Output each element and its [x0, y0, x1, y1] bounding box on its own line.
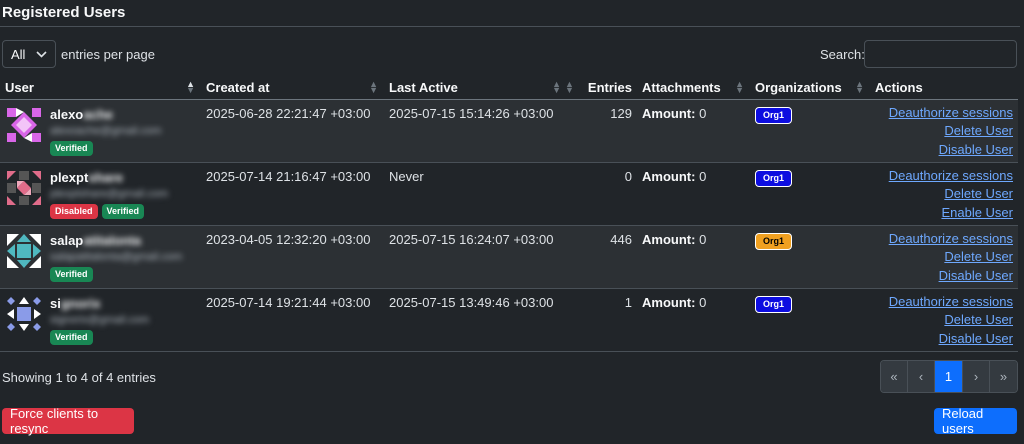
- table-row: signorix signorix@gmail.com Verified 202…: [0, 288, 1018, 351]
- user-email: alexoache@gmail.com: [50, 124, 162, 137]
- organizations-cell: Org1: [750, 162, 870, 225]
- entries-cell: 0: [624, 168, 632, 184]
- org-badge[interactable]: Org1: [755, 232, 793, 250]
- attachments-cell: Amount: 0: [642, 231, 707, 247]
- last-active-cell: 2025-07-15 13:49:46 +03:00: [389, 294, 554, 310]
- entries-per-page-label: entries per page: [61, 47, 155, 62]
- org-badge[interactable]: Org1: [755, 295, 793, 313]
- entries-cell: 129: [610, 105, 632, 121]
- force-resync-button[interactable]: Force clients to resync: [2, 406, 134, 436]
- last-active-cell: 2025-07-15 15:14:26 +03:00: [389, 105, 554, 121]
- column-header-organizations[interactable]: Organizations ▲ ▼: [750, 76, 870, 100]
- user-name: salapatitalonta: [50, 232, 142, 248]
- page-1-button[interactable]: 1: [935, 361, 963, 392]
- entries-per-page-select[interactable]: All: [2, 40, 56, 68]
- last-active-cell: Never: [389, 168, 424, 184]
- column-header-entries[interactable]: Entries ▲ ▼: [565, 76, 637, 100]
- enable-user-link[interactable]: Enable User: [875, 204, 1013, 223]
- delete-user-link[interactable]: Delete User: [875, 311, 1013, 330]
- first-page-button[interactable]: «: [881, 361, 908, 392]
- org-badge[interactable]: Org1: [755, 106, 793, 124]
- entries-cell: 446: [610, 231, 632, 247]
- organizations-cell: Org1: [750, 225, 870, 288]
- actions-cell: Deauthorize sessions Delete User Disable…: [870, 288, 1018, 351]
- created-at-cell: 2025-07-14 21:16:47 +03:00: [206, 168, 371, 184]
- deauthorize-sessions-link[interactable]: Deauthorize sessions: [875, 167, 1013, 186]
- deauthorize-sessions-link[interactable]: Deauthorize sessions: [875, 230, 1013, 249]
- disable-user-link[interactable]: Disable User: [875, 330, 1013, 349]
- table-info: Showing 1 to 4 of 4 entries: [2, 370, 156, 385]
- previous-page-button[interactable]: ‹: [908, 361, 935, 392]
- created-at-cell: 2025-07-14 19:21:44 +03:00: [206, 294, 371, 310]
- user-name: alexoache: [50, 106, 113, 122]
- deauthorize-sessions-link[interactable]: Deauthorize sessions: [875, 104, 1013, 123]
- disable-user-link[interactable]: Disable User: [875, 267, 1013, 286]
- chevron-down-icon: [36, 46, 47, 65]
- verified-badge: Verified: [101, 203, 145, 219]
- table-row: salapatitalonta salapatitalonta@gmail.co…: [0, 225, 1018, 288]
- organizations-cell: Org1: [750, 99, 870, 162]
- user-name: plexptshare: [50, 169, 123, 185]
- reload-users-button[interactable]: Reload users: [934, 406, 1017, 436]
- sort-icon: ▲ ▼: [186, 79, 195, 95]
- attachments-cell: Amount: 0: [642, 294, 707, 310]
- entries-per-page-value: All: [11, 46, 26, 62]
- identicon-avatar-icon: [5, 168, 43, 207]
- identicon-avatar-icon: [5, 231, 43, 270]
- verified-badge: Verified: [50, 140, 93, 156]
- table-row: plexptshare plexptshare@gmail.com Disabl…: [0, 162, 1018, 225]
- users-table: User ▲ ▼ Created at ▲ ▼ Last Active ▲ ▼ Ent…: [0, 76, 1018, 352]
- attachments-cell: Amount: 0: [642, 105, 707, 121]
- sort-icon: ▲ ▼: [552, 79, 561, 95]
- delete-user-link[interactable]: Delete User: [875, 122, 1013, 141]
- sort-icon: ▲ ▼: [565, 79, 574, 95]
- identicon-avatar-icon: [5, 105, 43, 144]
- search-input[interactable]: [864, 40, 1017, 68]
- column-header-last-active[interactable]: Last Active ▲ ▼: [384, 76, 567, 100]
- sort-icon: ▲ ▼: [369, 79, 378, 95]
- actions-cell: Deauthorize sessions Delete User Enable …: [870, 162, 1018, 225]
- search-label: Search:: [820, 47, 865, 62]
- column-header-created-at[interactable]: Created at ▲ ▼: [201, 76, 384, 100]
- column-header-user[interactable]: User ▲ ▼: [0, 76, 201, 100]
- delete-user-link[interactable]: Delete User: [875, 248, 1013, 267]
- org-badge[interactable]: Org1: [755, 169, 793, 187]
- deauthorize-sessions-link[interactable]: Deauthorize sessions: [875, 293, 1013, 312]
- disabled-badge: Disabled: [50, 203, 98, 219]
- user-email: salapatitalonta@gmail.com: [50, 250, 183, 263]
- disable-user-link[interactable]: Disable User: [875, 141, 1013, 160]
- title-divider: [0, 26, 1020, 27]
- attachments-cell: Amount: 0: [642, 168, 707, 184]
- column-header-actions: Actions: [870, 76, 1018, 100]
- pagination: « ‹ 1 › »: [880, 360, 1018, 393]
- identicon-avatar-icon: [5, 294, 43, 333]
- created-at-cell: 2023-04-05 12:32:20 +03:00: [206, 231, 371, 247]
- table-row: alexoache alexoache@gmail.com Verified 2…: [0, 99, 1018, 162]
- delete-user-link[interactable]: Delete User: [875, 185, 1013, 204]
- next-page-button[interactable]: ›: [963, 361, 990, 392]
- page-title: Registered Users: [2, 4, 126, 21]
- sort-icon: ▲ ▼: [735, 79, 744, 95]
- last-page-button[interactable]: »: [990, 361, 1017, 392]
- last-active-cell: 2025-07-15 16:24:07 +03:00: [389, 231, 554, 247]
- actions-cell: Deauthorize sessions Delete User Disable…: [870, 225, 1018, 288]
- created-at-cell: 2025-06-28 22:21:47 +03:00: [206, 105, 371, 121]
- verified-badge: Verified: [50, 266, 93, 282]
- sort-icon: ▲ ▼: [855, 79, 864, 95]
- verified-badge: Verified: [50, 329, 93, 345]
- actions-cell: Deauthorize sessions Delete User Disable…: [870, 99, 1018, 162]
- column-header-attachments[interactable]: Attachments ▲ ▼: [637, 76, 750, 100]
- user-name: signorix: [50, 295, 101, 311]
- user-email: signorix@gmail.com: [50, 313, 150, 326]
- entries-cell: 1: [624, 294, 632, 310]
- user-email: plexptshare@gmail.com: [50, 187, 169, 200]
- organizations-cell: Org1: [750, 288, 870, 351]
